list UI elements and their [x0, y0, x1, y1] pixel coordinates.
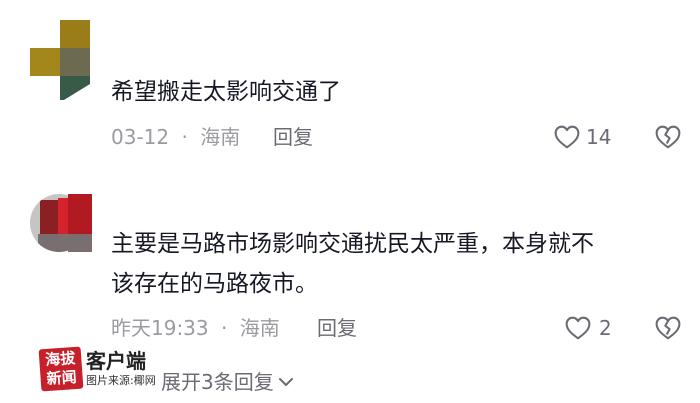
broken-heart-icon[interactable]: [655, 125, 681, 149]
watermark-logo: 海拔 新闻: [38, 346, 84, 392]
meta-separator: ·: [181, 125, 188, 149]
watermark-char: 海: [44, 350, 61, 370]
meta-separator: ·: [221, 316, 228, 340]
expand-replies-label: 展开3条回复: [161, 370, 274, 394]
heart-outline-icon: [554, 125, 580, 149]
like-button[interactable]: 2: [565, 314, 612, 342]
comment-text: 希望搬走太影响交通了: [111, 79, 341, 105]
watermark-credit: 图片来源:椰网: [86, 374, 156, 387]
comment-location: 海南: [200, 125, 241, 149]
comment-text-line: 主要是马路市场影响交通扰民太严重，本身就不: [111, 231, 594, 257]
comment-meta: 03-12 · 海南: [111, 123, 240, 151]
watermark-char: 拔: [59, 348, 76, 369]
watermark-logo-row: 新闻: [40, 368, 83, 390]
comment-text-line: 该存在的马路夜市。: [111, 271, 318, 297]
watermark-char: 新: [46, 369, 63, 389]
reply-button[interactable]: 回复: [317, 314, 357, 342]
comment-meta: 昨天19:33 · 海南: [111, 314, 280, 342]
comment-date: 昨天19:33: [111, 316, 209, 340]
comment-location: 海南: [239, 316, 280, 340]
broken-heart-icon[interactable]: [655, 316, 681, 340]
avatar[interactable]: [30, 194, 92, 252]
reply-button[interactable]: 回复: [273, 123, 313, 151]
like-button[interactable]: 14: [554, 123, 611, 151]
heart-outline-icon: [565, 316, 591, 340]
watermark-char: 闻: [61, 367, 78, 387]
watermark-title: 客户端: [86, 349, 146, 373]
expand-replies-button[interactable]: 展开3条回复: [161, 368, 294, 396]
avatar[interactable]: [30, 20, 90, 100]
like-count: 2: [599, 316, 612, 340]
comment-date: 03-12: [111, 125, 170, 149]
chevron-down-icon: [278, 378, 293, 386]
like-count: 14: [586, 125, 612, 149]
